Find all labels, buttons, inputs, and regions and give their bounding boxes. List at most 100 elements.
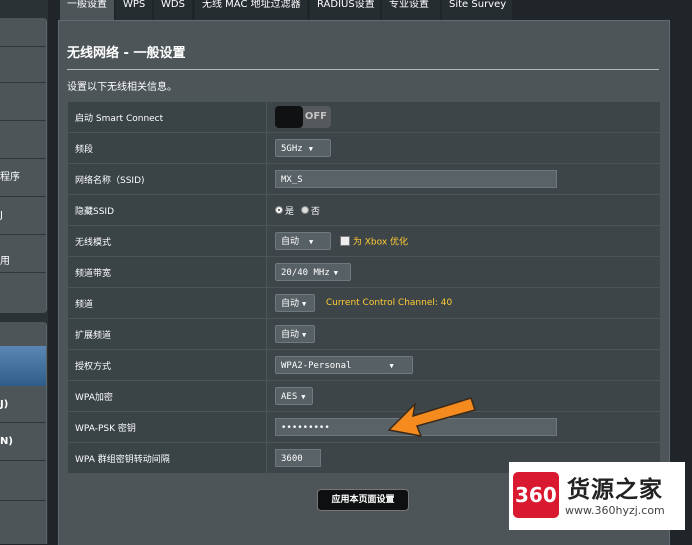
tab-label: 专业设置 [389,0,429,10]
sidebar-item-wireless-active[interactable] [0,346,46,386]
tab-label: Site Survey [449,0,507,10]
hide-ssid-yes-radio[interactable] [275,206,283,214]
radio-no-label: 否 [310,206,320,217]
xbox-optimize-label: 为 Xbox 优化 [352,237,409,248]
title-divider [67,69,659,70]
chevron-down-icon: ▼ [309,238,314,246]
chevron-down-icon: ▼ [302,300,307,308]
bandwidth-label: 频道带宽 [67,256,267,288]
current-channel-note: Current Control Channel: 40 [325,298,453,308]
auth-method-select[interactable]: WPA2-Personal ▼ [275,356,413,374]
sidebar: 程序 J 用 J) N) [0,0,48,544]
band-label: 频段 [67,132,267,164]
sidebar-item-apply[interactable]: 用 [0,252,46,272]
sidebar-divider [0,500,46,501]
sidebar-item-j[interactable]: J [0,206,46,226]
sidebar-divider [0,46,46,47]
tab-mac-filter[interactable]: 无线 MAC 地址过滤器 [195,0,307,20]
select-value: 5GHz [281,144,303,154]
sidebar-divider [0,82,46,83]
channel-label: 频道 [67,287,267,319]
ext-channel-select[interactable]: 自动 ▼ [275,325,315,343]
toggle-state: OFF [304,111,327,122]
row-hide-ssid: 隐藏SSID 是 否 [67,194,661,226]
watermark-url: www.360hyzj.com [565,504,665,517]
tab-label: RADIUS设置 [317,0,375,10]
orange-arrow-annotation [387,397,476,437]
row-smart-connect: 启动 Smart Connect OFF [67,101,661,133]
tab-label: WPS [123,0,146,10]
ext-channel-label: 扩展频道 [67,318,267,350]
sidebar-divider [0,460,46,461]
bandwidth-select[interactable]: 20/40 MHz ▼ [275,263,351,281]
sidebar-divider [0,196,46,197]
select-value: AES [281,392,298,402]
chevron-down-icon: ▼ [301,393,306,401]
select-value: 自动 [281,330,300,340]
row-auth-method: 授权方式 WPA2-Personal ▼ [67,349,661,381]
sidebar-divider [0,422,46,423]
tab-wps[interactable]: WPS [116,0,152,20]
sidebar-item-program[interactable]: 程序 [0,168,46,188]
sidebar-item-label: 程序 [0,172,20,183]
tab-professional[interactable]: 专业设置 [382,0,440,20]
ssid-input[interactable]: MX_S [275,170,557,188]
watermark: 360 货源之家 www.360hyzj.com [509,462,685,530]
sidebar-menu-panel: 程序 J 用 [0,18,47,313]
ssid-label: 网络名称（SSID) [67,163,267,195]
settings-table: 启动 Smart Connect OFF 频段 5GHz ▼ 网络名称（SSID)… [67,101,661,474]
select-value: 20/40 MHz [281,268,330,278]
sidebar-divider [0,120,46,121]
chevron-down-icon: ▼ [333,269,338,277]
smart-connect-label: 启动 Smart Connect [67,101,267,133]
rekey-label: WPA 群组密钥转动间隔 [67,442,267,474]
chevron-down-icon: ▼ [308,145,313,153]
xbox-optimize-checkbox[interactable] [339,236,350,246]
wpa-encryption-select[interactable]: AES ▼ [275,387,313,405]
wpa-encryption-label: WPA加密 [67,380,267,412]
tab-general[interactable]: 一般设置 [60,0,114,20]
tab-label: 一般设置 [67,0,107,10]
auth-method-label: 授权方式 [67,349,267,381]
tab-label: 无线 MAC 地址过滤器 [202,0,301,10]
sidebar-divider [0,272,46,273]
chevron-down-icon: ▼ [302,331,307,339]
wireless-mode-select[interactable]: 自动 ▼ [275,232,331,250]
toggle-knob [275,106,303,128]
sidebar-item-n-paren[interactable]: N) [0,432,46,452]
psk-label: WPA-PSK 密钥 [67,411,267,443]
page-title: 无线网络 - 一般设置 [67,46,186,61]
logo-text: 360 [515,483,557,507]
apply-button[interactable]: 应用本页面设置 [317,489,409,511]
row-psk: WPA-PSK 密钥 ••••••••• [67,411,661,443]
sidebar-item-label: 用 [0,256,10,267]
row-wpa-encryption: WPA加密 AES ▼ [67,380,661,412]
sidebar-item-j-paren[interactable]: J) [0,395,46,415]
sidebar-divider [0,158,46,159]
logo-360: 360 [513,472,559,518]
rekey-interval-input[interactable]: 3600 [275,449,321,467]
sidebar-item-label: J [0,210,3,221]
select-value: 自动 [281,237,300,247]
row-ext-channel: 扩展频道 自动 ▼ [67,318,661,350]
row-wireless-mode: 无线模式 自动 ▼ 为 Xbox 优化 [67,225,661,257]
band-select[interactable]: 5GHz ▼ [275,139,331,157]
row-ssid: 网络名称（SSID) MX_S [67,163,661,195]
channel-select[interactable]: 自动 ▼ [275,294,315,312]
hide-ssid-label: 隐藏SSID [67,194,267,226]
tab-wds[interactable]: WDS [154,0,192,20]
row-channel: 频道 自动 ▼ Current Control Channel: 40 [67,287,661,319]
select-value: 自动 [281,299,300,309]
watermark-name: 货源之家 [567,477,663,503]
hide-ssid-no-radio[interactable] [300,206,309,214]
select-value: WPA2-Personal [281,361,352,371]
smart-connect-toggle[interactable]: OFF [275,106,331,128]
sidebar-divider [0,234,46,235]
radio-yes-label: 是 [285,206,295,217]
sidebar-item-label: N) [0,436,13,447]
tab-site-survey[interactable]: Site Survey [442,0,512,20]
sidebar-item-label: J) [0,399,9,410]
tab-label: WDS [161,0,185,10]
tab-radius[interactable]: RADIUS设置 [310,0,380,20]
chevron-down-icon: ▼ [389,362,394,370]
